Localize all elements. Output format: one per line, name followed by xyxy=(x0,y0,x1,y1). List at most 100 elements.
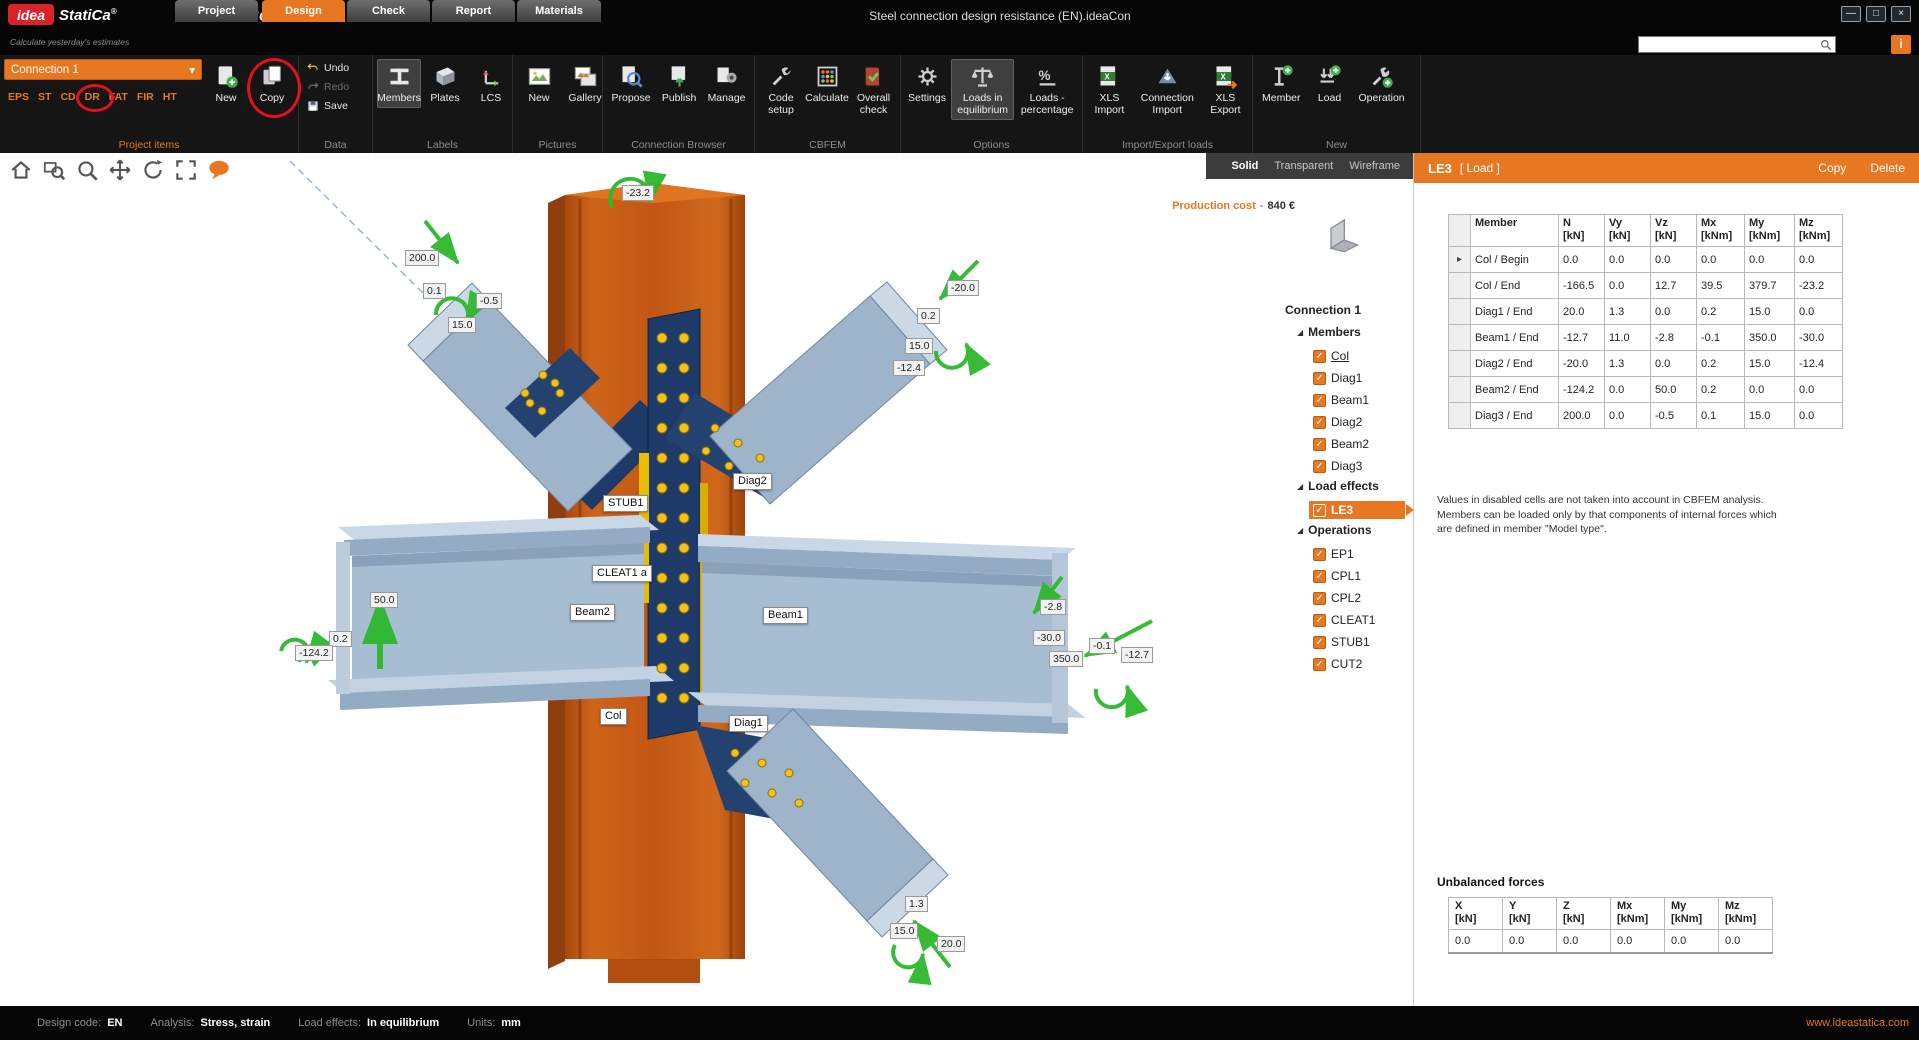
checkbox-checked-icon[interactable]: ✓ xyxy=(1313,636,1326,649)
tree-item-cut2[interactable]: ✓CUT2 xyxy=(1313,655,1362,673)
load-cell-member[interactable]: Diag3 / End xyxy=(1471,403,1559,429)
load-cell[interactable]: 39.5 xyxy=(1697,273,1745,299)
tab-report[interactable]: Report xyxy=(432,0,515,22)
load-cell[interactable]: 0.0 xyxy=(1795,403,1843,429)
row-selector[interactable] xyxy=(1449,377,1471,403)
load-cell-member[interactable]: Col / Begin xyxy=(1471,247,1559,273)
load-table-row[interactable]: Beam2 / End -124.2 0.0 50.0 0.2 0.0 0.0 xyxy=(1449,377,1843,403)
tree-item-diag1[interactable]: ✓Diag1 xyxy=(1313,369,1362,387)
load-cell[interactable]: 0.0 xyxy=(1605,403,1651,429)
viewport-3d[interactable]: Solid Transparent Wireframe Production c… xyxy=(0,153,1414,1006)
save-button[interactable]: Save xyxy=(303,97,351,114)
member-beam1[interactable] xyxy=(688,534,1086,734)
tree-connection-1[interactable]: Connection 1 xyxy=(1285,303,1361,317)
load-cell[interactable]: 0.0 xyxy=(1651,247,1697,273)
members-labels-button[interactable]: Members xyxy=(377,59,421,108)
load-cell[interactable]: -23.2 xyxy=(1795,273,1843,299)
scene-3d[interactable] xyxy=(0,153,1414,1006)
rotate-button[interactable] xyxy=(140,157,166,183)
search-input[interactable] xyxy=(1639,39,1819,51)
load-table-row[interactable]: Diag2 / End -20.0 1.3 0.0 0.2 15.0 -12.4 xyxy=(1449,351,1843,377)
checkbox-checked-icon[interactable]: ✓ xyxy=(1313,570,1326,583)
load-cell[interactable]: 0.0 xyxy=(1651,351,1697,377)
load-table-row[interactable]: Col / End -166.5 0.0 12.7 39.5 379.7 -23… xyxy=(1449,273,1843,299)
copy-load-button[interactable]: Copy xyxy=(1818,161,1846,175)
manage-button[interactable]: Manage xyxy=(703,59,750,108)
connection-import-button[interactable]: Connection Import xyxy=(1134,59,1201,120)
loads-percentage-button[interactable]: %Loads - percentage xyxy=(1016,59,1078,120)
load-cell-member[interactable]: Diag2 / End xyxy=(1471,351,1559,377)
lcs-labels-button[interactable]: LCS xyxy=(469,59,513,108)
row-selector[interactable] xyxy=(1449,299,1471,325)
tag-beam2[interactable]: Beam2 xyxy=(570,604,615,621)
code-setup-button[interactable]: Code setup xyxy=(759,59,803,120)
tag-col[interactable]: Col xyxy=(600,708,627,725)
load-cell[interactable]: -12.7 xyxy=(1559,325,1605,351)
tab-design[interactable]: Design xyxy=(262,0,345,22)
minimize-button[interactable]: — xyxy=(1841,6,1861,22)
zoom-fit-button[interactable] xyxy=(173,157,199,183)
gallery-button[interactable]: Gallery xyxy=(563,59,607,108)
load-cell[interactable]: -12.4 xyxy=(1795,351,1843,377)
load-cell[interactable]: -124.2 xyxy=(1559,377,1605,403)
view-mode-solid[interactable]: Solid xyxy=(1231,160,1258,172)
load-cell[interactable]: 15.0 xyxy=(1745,403,1795,429)
load-cell[interactable]: 20.0 xyxy=(1559,299,1605,325)
code-st[interactable]: ST xyxy=(38,91,51,103)
settings-button[interactable]: Settings xyxy=(905,59,949,108)
load-table-row[interactable]: Diag1 / End 20.0 1.3 0.0 0.2 15.0 0.0 xyxy=(1449,299,1843,325)
tree-group-load-effects[interactable]: ◢Load effects xyxy=(1297,479,1379,493)
code-ht[interactable]: HT xyxy=(163,91,177,103)
tab-project[interactable]: Project xyxy=(175,0,258,22)
zoom-button[interactable] xyxy=(74,157,100,183)
expander-icon[interactable]: ◢ xyxy=(1297,328,1303,337)
row-selector[interactable] xyxy=(1449,351,1471,377)
tree-item-stub1[interactable]: ✓STUB1 xyxy=(1313,633,1370,651)
orientation-cube-icon[interactable] xyxy=(1317,215,1365,255)
load-cell[interactable]: 0.0 xyxy=(1795,247,1843,273)
load-cell[interactable]: 0.0 xyxy=(1795,377,1843,403)
tag-diag2[interactable]: Diag2 xyxy=(733,473,772,490)
xls-import-button[interactable]: XXLS Import xyxy=(1087,59,1132,120)
row-selector[interactable]: ▸ xyxy=(1449,247,1471,273)
load-cell[interactable]: 0.0 xyxy=(1605,247,1651,273)
tab-materials[interactable]: Materials xyxy=(517,0,601,22)
load-cell[interactable]: 0.0 xyxy=(1559,247,1605,273)
plates-labels-button[interactable]: Plates xyxy=(423,59,467,108)
load-cell[interactable]: 200.0 xyxy=(1559,403,1605,429)
tree-item-beam2[interactable]: ✓Beam2 xyxy=(1313,435,1369,453)
load-cell[interactable]: 0.2 xyxy=(1697,351,1745,377)
load-cell[interactable]: -0.5 xyxy=(1651,403,1697,429)
load-cell[interactable]: -166.5 xyxy=(1559,273,1605,299)
propose-button[interactable]: Propose xyxy=(607,59,655,108)
load-cell-member[interactable]: Diag1 / End xyxy=(1471,299,1559,325)
tree-item-beam1[interactable]: ✓Beam1 xyxy=(1313,391,1369,409)
expander-icon[interactable]: ◢ xyxy=(1297,482,1303,491)
load-cell[interactable]: -0.1 xyxy=(1697,325,1745,351)
tag-diag1[interactable]: Diag1 xyxy=(729,715,768,732)
load-cell-member[interactable]: Col / End xyxy=(1471,273,1559,299)
maximize-button[interactable]: □ xyxy=(1866,6,1886,22)
checkbox-checked-icon[interactable]: ✓ xyxy=(1313,658,1326,671)
load-cell[interactable]: 1.3 xyxy=(1605,299,1651,325)
checkbox-checked-icon[interactable]: ✓ xyxy=(1313,460,1326,473)
row-selector[interactable] xyxy=(1449,273,1471,299)
load-cell[interactable]: 0.0 xyxy=(1745,247,1795,273)
undo-button[interactable]: Undo xyxy=(303,59,352,76)
load-cell[interactable]: -2.8 xyxy=(1651,325,1697,351)
zoom-window-button[interactable] xyxy=(41,157,67,183)
tree-item-diag2[interactable]: ✓Diag2 xyxy=(1313,413,1362,431)
load-cell[interactable]: 0.0 xyxy=(1697,247,1745,273)
website-link[interactable]: www.ideastatica.com xyxy=(1806,1017,1909,1029)
load-cell[interactable]: 1.3 xyxy=(1605,351,1651,377)
redo-button[interactable]: Redo xyxy=(303,78,352,95)
checkbox-checked-icon[interactable]: ✓ xyxy=(1313,394,1326,407)
tree-item-ep1[interactable]: ✓EP1 xyxy=(1313,545,1354,563)
code-cd[interactable]: CD xyxy=(60,91,75,103)
tree-item-cpl1[interactable]: ✓CPL1 xyxy=(1313,567,1361,585)
load-cell[interactable]: 0.0 xyxy=(1605,377,1651,403)
load-cell-member[interactable]: Beam2 / End xyxy=(1471,377,1559,403)
code-fat[interactable]: FAT xyxy=(109,91,128,103)
tree-item-cpl2[interactable]: ✓CPL2 xyxy=(1313,589,1361,607)
checkbox-checked-icon[interactable]: ✓ xyxy=(1313,548,1326,561)
